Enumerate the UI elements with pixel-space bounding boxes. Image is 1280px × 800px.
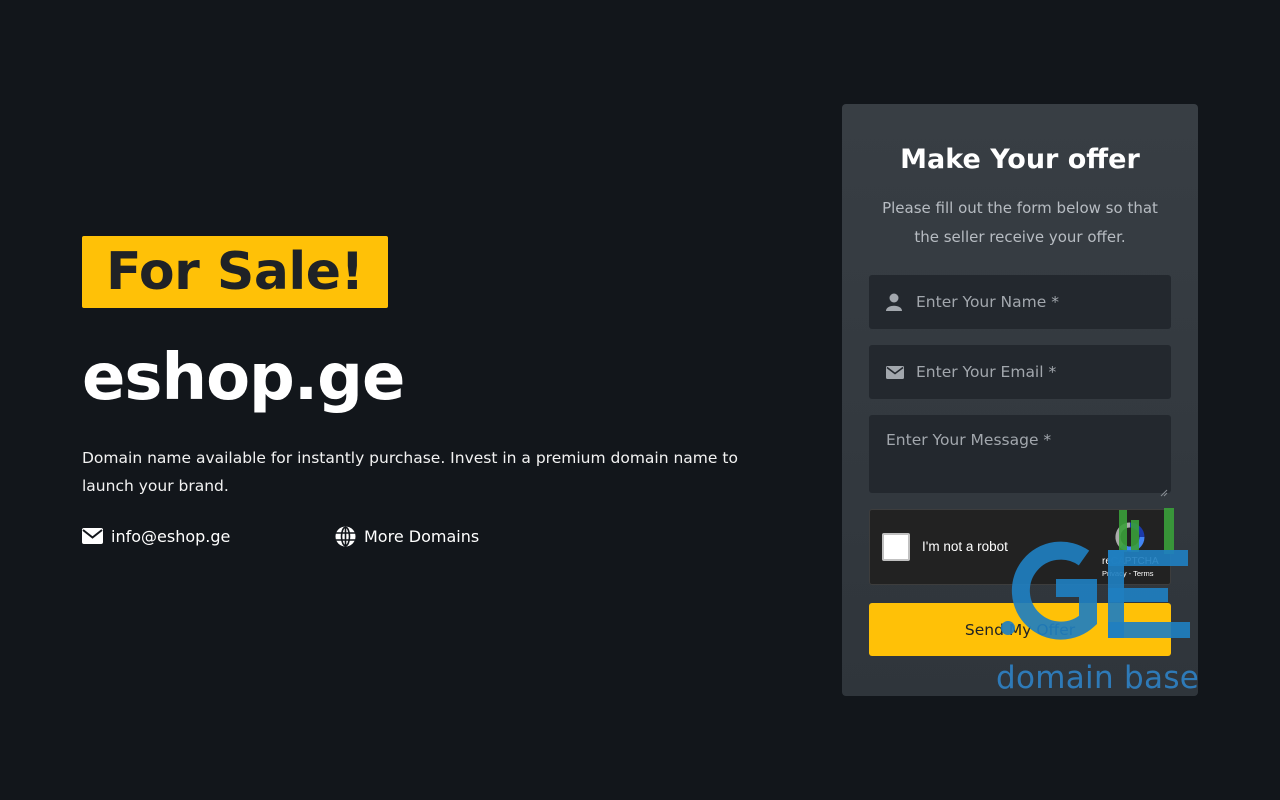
offer-form-card: Make Your offer Please fill out the form… [842,104,1198,696]
email-text: info@eshop.ge [111,526,231,546]
email-link[interactable]: info@eshop.ge [82,526,335,547]
email-input[interactable] [916,363,1156,381]
domain-title: eshop.ge [82,341,405,415]
resize-grip-icon[interactable] [1160,482,1168,497]
user-icon [886,293,904,311]
more-domains-link[interactable]: More Domains [335,526,479,547]
envelope-icon [886,365,904,379]
recaptcha-brand: reCAPTCHA [1102,556,1159,567]
message-field [869,415,1171,497]
recaptcha-widget: I'm not a robot reCAPTCHA Privacy - Term… [869,509,1171,585]
domain-description: Domain name available for instantly purc… [82,449,738,495]
more-domains-text: More Domains [364,526,480,546]
recaptcha-icon [1114,521,1146,553]
name-field [869,275,1171,329]
for-sale-badge: For Sale! [82,236,388,308]
form-subtitle: Please fill out the form below so that t… [882,199,1158,246]
email-field [869,345,1171,399]
message-input[interactable] [886,431,1156,491]
watermark-text: domain base [996,660,1200,696]
contact-links: info@eshop.ge More Domains [82,524,782,548]
recaptcha-label: I'm not a robot [922,539,1008,554]
globe-icon [335,526,356,547]
send-offer-button[interactable]: Send My Offer [869,603,1171,656]
hero-section: For Sale! eshop.ge Domain name available… [82,236,782,548]
recaptcha-terms[interactable]: Privacy - Terms [1102,569,1154,578]
envelope-icon [82,526,103,547]
recaptcha-checkbox[interactable] [882,533,910,561]
form-title: Make Your offer [900,144,1140,175]
name-input[interactable] [916,293,1156,311]
